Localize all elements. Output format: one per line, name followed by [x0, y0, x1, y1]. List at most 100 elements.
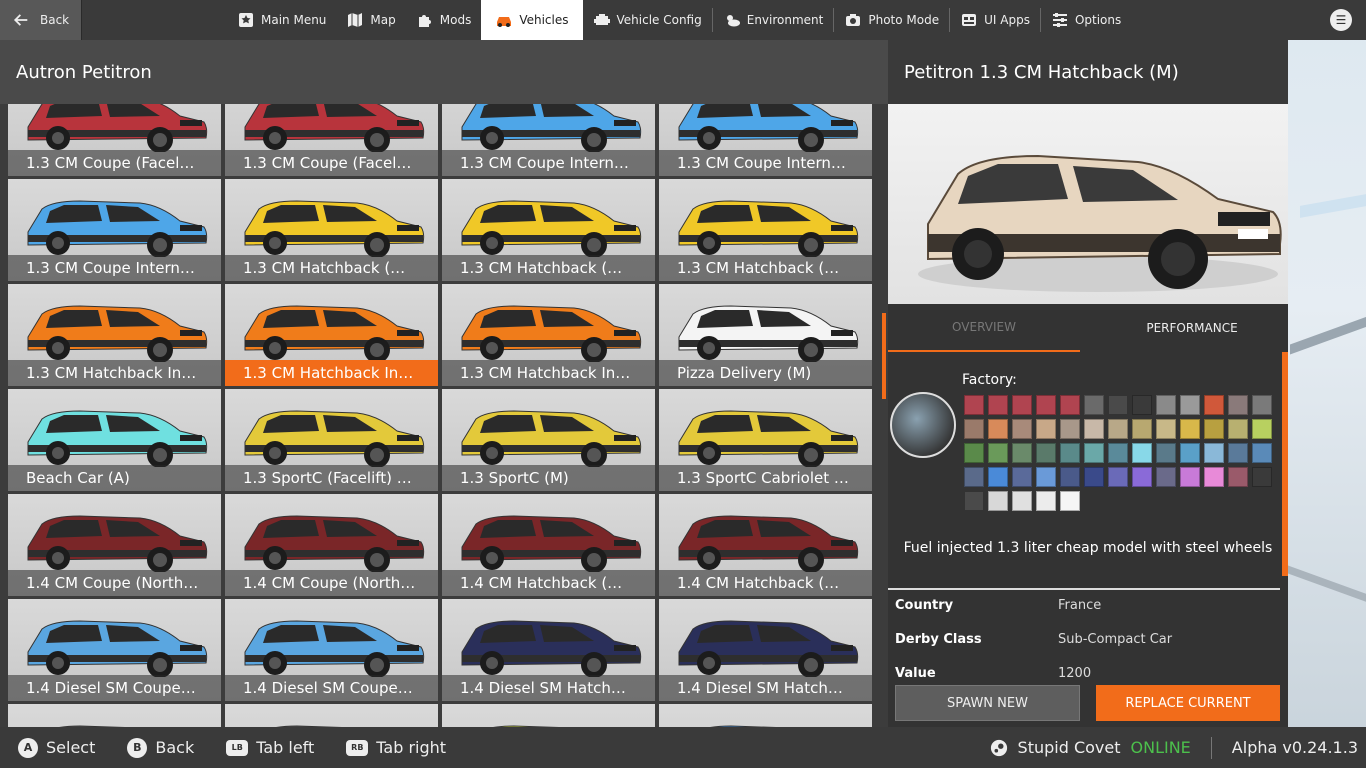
vehicle-tile[interactable]: 1.3 CM Hatchback In… — [225, 284, 438, 386]
nav-item-options[interactable]: Options — [1041, 0, 1131, 40]
nav-item-main-menu[interactable]: Main Menu — [227, 0, 336, 40]
paint-swatch[interactable] — [964, 491, 984, 511]
vehicle-tile[interactable] — [442, 704, 655, 727]
vehicle-tile[interactable]: 1.3 CM Coupe Intern… — [659, 104, 872, 176]
paint-swatch[interactable] — [964, 467, 984, 487]
nav-item-environment[interactable]: Environment — [713, 0, 834, 40]
vehicle-tile[interactable] — [659, 704, 872, 727]
paint-swatch[interactable] — [1084, 395, 1104, 415]
paint-swatch[interactable] — [1132, 467, 1152, 487]
paint-swatch[interactable] — [1180, 419, 1200, 439]
paint-swatch[interactable] — [1060, 467, 1080, 487]
vehicle-tile[interactable]: 1.3 CM Coupe (Facel… — [8, 104, 221, 176]
paint-swatch[interactable] — [1036, 467, 1056, 487]
vehicle-tile[interactable]: 1.4 Diesel SM Coupe… — [8, 599, 221, 701]
paint-swatch[interactable] — [1108, 395, 1128, 415]
vehicle-tile[interactable]: 1.3 SportC Cabriolet … — [659, 389, 872, 491]
paint-swatch[interactable] — [964, 443, 984, 463]
vehicle-tile[interactable]: 1.4 Diesel SM Hatch… — [659, 599, 872, 701]
paint-swatch[interactable] — [1060, 395, 1080, 415]
paint-swatch[interactable] — [964, 419, 984, 439]
paint-swatch[interactable] — [1252, 443, 1272, 463]
paint-swatch[interactable] — [1108, 443, 1128, 463]
paint-swatch[interactable] — [1252, 395, 1272, 415]
action-tab-left[interactable]: LB Tab left — [226, 738, 314, 757]
paint-swatch[interactable] — [1132, 443, 1152, 463]
vehicle-tile[interactable]: 1.3 CM Coupe (Facel… — [225, 104, 438, 176]
vehicle-tile[interactable]: 1.3 CM Coupe Intern… — [8, 179, 221, 281]
paint-swatch[interactable] — [1156, 443, 1176, 463]
paint-swatch[interactable] — [1228, 395, 1248, 415]
paint-swatch[interactable] — [1252, 419, 1272, 439]
paint-swatch[interactable] — [1132, 419, 1152, 439]
paint-swatch[interactable] — [1060, 491, 1080, 511]
paint-swatch[interactable] — [1204, 443, 1224, 463]
paint-swatch[interactable] — [1060, 419, 1080, 439]
vehicle-tile[interactable]: 1.4 CM Coupe (North… — [8, 494, 221, 596]
paint-swatch[interactable] — [1084, 419, 1104, 439]
paint-swatch[interactable] — [1036, 395, 1056, 415]
action-select[interactable]: A Select — [18, 737, 95, 758]
nav-item-map[interactable]: Map — [336, 0, 405, 40]
vehicle-tile[interactable]: 1.4 Diesel SM Hatch… — [442, 599, 655, 701]
vehicle-tile[interactable]: Beach Car (A) — [8, 389, 221, 491]
vehicle-tile[interactable]: 1.3 CM Hatchback (… — [442, 179, 655, 281]
vehicle-tile[interactable]: 1.3 CM Hatchback (… — [225, 179, 438, 281]
paint-swatch[interactable] — [1228, 419, 1248, 439]
vehicle-tile[interactable]: 1.3 SportC (Facelift) … — [225, 389, 438, 491]
paint-swatch[interactable] — [1012, 491, 1032, 511]
vehicle-tile[interactable]: 1.3 CM Hatchback (… — [659, 179, 872, 281]
replace-current-button[interactable]: REPLACE CURRENT — [1096, 685, 1280, 721]
paint-swatch[interactable] — [1252, 467, 1272, 487]
paint-swatch[interactable] — [1180, 467, 1200, 487]
paint-swatch[interactable] — [1084, 467, 1104, 487]
vehicle-tile[interactable] — [8, 704, 221, 727]
scrollbar[interactable] — [881, 144, 887, 767]
paint-swatch[interactable] — [1180, 443, 1200, 463]
paint-swatch[interactable] — [964, 395, 984, 415]
paint-swatch[interactable] — [988, 467, 1008, 487]
paint-swatch[interactable] — [1156, 395, 1176, 415]
vehicle-tile[interactable]: 1.3 SportC (M) — [442, 389, 655, 491]
paint-swatch[interactable] — [1108, 419, 1128, 439]
paint-swatch[interactable] — [1108, 467, 1128, 487]
vehicle-tile[interactable]: 1.3 CM Coupe Intern… — [442, 104, 655, 176]
vehicle-tile[interactable] — [225, 704, 438, 727]
paint-swatch[interactable] — [988, 443, 1008, 463]
paint-swatch[interactable] — [988, 395, 1008, 415]
paint-swatch[interactable] — [1012, 419, 1032, 439]
paint-swatch[interactable] — [1228, 467, 1248, 487]
paint-swatch[interactable] — [1012, 395, 1032, 415]
vehicle-tile[interactable]: 1.4 CM Coupe (North… — [225, 494, 438, 596]
tab-performance[interactable]: PERFORMANCE — [1096, 304, 1288, 352]
paint-swatch[interactable] — [1060, 443, 1080, 463]
nav-item-mods[interactable]: Mods — [406, 0, 482, 40]
paint-swatch[interactable] — [1012, 443, 1032, 463]
nav-item-vehicles[interactable]: Vehicles — [481, 0, 583, 40]
paint-swatch[interactable] — [988, 419, 1008, 439]
environment-thumbnail[interactable] — [890, 392, 956, 458]
paint-swatch[interactable] — [1036, 419, 1056, 439]
paint-swatch[interactable] — [1012, 467, 1032, 487]
paint-swatch[interactable] — [1036, 491, 1056, 511]
paint-swatch[interactable] — [1204, 419, 1224, 439]
back-button[interactable]: Back — [0, 0, 82, 40]
paint-swatch[interactable] — [1228, 443, 1248, 463]
nav-item-photo-mode[interactable]: Photo Mode — [834, 0, 949, 40]
paint-swatch[interactable] — [1180, 395, 1200, 415]
paint-swatch[interactable] — [1204, 467, 1224, 487]
nav-item-ui-apps[interactable]: UI Apps — [950, 0, 1040, 40]
hamburger-menu-button[interactable]: ☰ — [1316, 0, 1366, 40]
paint-swatch[interactable] — [1036, 443, 1056, 463]
vehicle-tile[interactable]: Pizza Delivery (M) — [659, 284, 872, 386]
paint-swatch[interactable] — [1132, 395, 1152, 415]
paint-swatch[interactable] — [988, 491, 1008, 511]
paint-swatch[interactable] — [1156, 419, 1176, 439]
action-back[interactable]: B Back — [127, 737, 194, 758]
vehicle-tile[interactable]: 1.3 CM Hatchback In… — [8, 284, 221, 386]
spawn-new-button[interactable]: SPAWN NEW — [895, 685, 1080, 721]
nav-item-vehicle-config[interactable]: Vehicle Config — [583, 0, 712, 40]
vehicle-tile[interactable]: 1.4 CM Hatchback (… — [442, 494, 655, 596]
vehicle-tile[interactable]: 1.4 Diesel SM Coupe… — [225, 599, 438, 701]
vehicle-tile[interactable]: 1.4 CM Hatchback (… — [659, 494, 872, 596]
